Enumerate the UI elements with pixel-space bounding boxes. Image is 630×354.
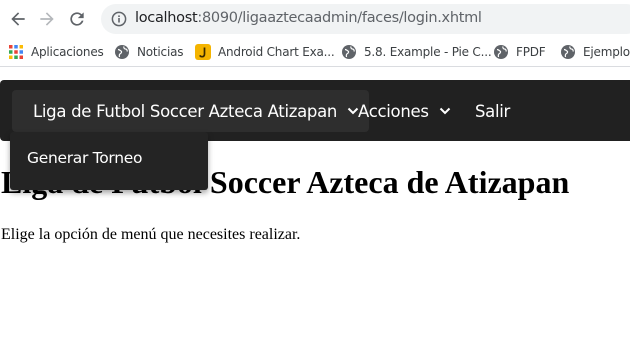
bookmark-android-chart[interactable]: Android Chart Exa...: [195, 42, 335, 62]
brand-menu-label: Liga de Futbol Soccer Azteca Atizapan: [33, 101, 338, 121]
bookmark-ejemplo[interactable]: Ejemplo: [560, 42, 630, 62]
bookmark-label: Android Chart Exa...: [218, 45, 335, 59]
bookmark-label: Noticias: [137, 45, 184, 59]
reload-icon: [70, 12, 84, 26]
bookmark-fpdf[interactable]: FPDF: [493, 42, 546, 62]
bookmark-noticias[interactable]: Noticias: [114, 42, 183, 62]
url-host: localhost: [135, 10, 198, 26]
menu-item-generar-torneo[interactable]: Generar Torneo: [27, 149, 142, 167]
logout-link[interactable]: Salir: [475, 90, 510, 132]
j-logo-icon: [195, 44, 211, 60]
apps-grid-icon: [9, 45, 23, 59]
bookmark-label: Aplicaciones: [31, 45, 104, 59]
back-button[interactable]: [6, 7, 30, 31]
browser-toolbar: localhost:8090/ligaaztecaadmin/faces/log…: [0, 0, 630, 38]
address-bar[interactable]: localhost:8090/ligaaztecaadmin/faces/log…: [101, 4, 630, 34]
logout-label: Salir: [475, 101, 511, 121]
reload-button[interactable]: [65, 7, 89, 31]
url-text: localhost:8090/ligaaztecaadmin/faces/log…: [135, 10, 482, 26]
globe-icon: [561, 45, 575, 59]
forward-arrow-icon: [40, 12, 54, 26]
chevron-down-icon: [439, 107, 450, 115]
page-instructions: Elige la opción de menú que necesites re…: [1, 226, 301, 243]
bookmarks-bar: Aplicaciones Noticias Android Chart Exa.…: [0, 38, 630, 67]
forward-button[interactable]: [35, 7, 59, 31]
brand-dropdown-menu: Generar Torneo: [10, 132, 208, 190]
url-path: :8090/ligaaztecaadmin/faces/login.xhtml: [197, 10, 482, 26]
bookmark-pie-chart[interactable]: 5.8. Example - Pie C...: [341, 42, 492, 62]
bookmark-label: 5.8. Example - Pie C...: [364, 45, 492, 59]
bookmark-apps[interactable]: Aplicaciones: [8, 42, 104, 62]
bookmark-label: FPDF: [516, 45, 546, 59]
globe-icon: [342, 45, 356, 59]
bookmark-label: Ejemplo: [583, 45, 630, 59]
brand-menu[interactable]: Liga de Futbol Soccer Azteca Atizapan: [12, 90, 370, 132]
back-arrow-icon: [11, 12, 25, 26]
acciones-menu-label: Acciones: [358, 101, 429, 121]
globe-icon: [494, 45, 508, 59]
globe-icon: [115, 45, 129, 59]
info-icon[interactable]: [111, 11, 127, 27]
acciones-menu[interactable]: Acciones: [358, 90, 452, 132]
